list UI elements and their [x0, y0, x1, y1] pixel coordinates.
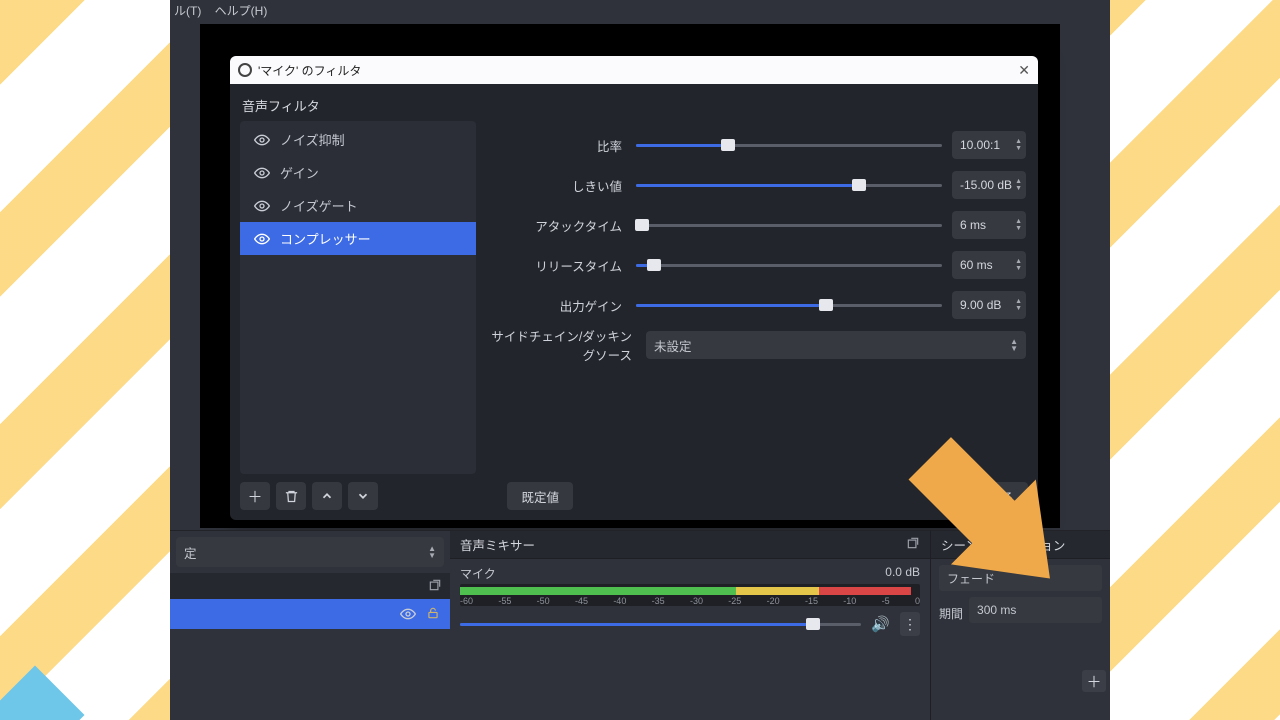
attack-spin[interactable]: 6 ms ▲▼	[952, 211, 1026, 239]
defaults-button[interactable]: 既定値	[507, 482, 573, 510]
filters-dialog: 'マイク' のフィルタ ✕ 音声フィルタ ノイズ抑制 ゲイン	[230, 56, 1038, 520]
audio-mixer-dock: 音声ミキサー マイク 0.0 dB -60-55-50-45-40-35-30-…	[450, 530, 930, 720]
obs-icon	[238, 63, 252, 77]
compressor-params: 比率 10.00:1 ▲▼ しきい値	[486, 121, 1028, 474]
release-spin[interactable]: 60 ms ▲▼	[952, 251, 1026, 279]
move-filter-down-button[interactable]	[348, 482, 378, 510]
lock-icon[interactable]	[426, 606, 440, 623]
remove-filter-button[interactable]	[276, 482, 306, 510]
release-label: リリースタイム	[486, 256, 626, 275]
volume-slider[interactable]	[460, 614, 861, 634]
eye-icon[interactable]	[400, 606, 416, 622]
menubar: ル(T) ヘルプ(H)	[170, 0, 1110, 24]
audio-filters-label: 音声フィルタ	[240, 92, 1028, 121]
filter-label: ゲイン	[280, 163, 319, 182]
mixer-title: 音声ミキサー	[460, 535, 535, 554]
audio-meter: -60-55-50-45-40-35-30-25-20-15-10-50	[460, 584, 920, 606]
threshold-slider[interactable]	[636, 175, 942, 195]
duration-field[interactable]: 300 ms	[969, 597, 1102, 623]
release-slider[interactable]	[636, 255, 942, 275]
close-button[interactable]: 閉じる	[962, 482, 1028, 510]
outgain-slider[interactable]	[636, 295, 942, 315]
filter-label: ノイズ抑制	[280, 130, 345, 149]
scenes-sources-dock: 定 ▲▼	[170, 530, 450, 720]
threshold-label: しきい値	[486, 176, 626, 195]
filter-item-noise-gate[interactable]: ノイズゲート	[240, 189, 476, 222]
add-filter-button[interactable]: ＋	[240, 482, 270, 510]
ratio-slider[interactable]	[636, 135, 942, 155]
transitions-dock: シーントランジション フェード 期間 300 ms ＋	[930, 530, 1110, 720]
mixer-track-name: マイク	[460, 565, 496, 582]
menu-tools-tail[interactable]: ル(T)	[174, 4, 201, 18]
duration-label: 期間	[939, 605, 963, 622]
close-icon[interactable]: ✕	[1018, 62, 1030, 79]
outgain-label: 出力ゲイン	[486, 296, 626, 315]
menu-help[interactable]: ヘルプ(H)	[215, 4, 268, 18]
sidechain-select[interactable]: 未設定 ▲▼	[646, 331, 1026, 359]
mixer-level: 0.0 dB	[885, 565, 920, 582]
sidechain-label: サイドチェイン/ダッキングソース	[486, 326, 636, 364]
speaker-icon[interactable]: 🔊	[871, 615, 890, 633]
ratio-spin[interactable]: 10.00:1 ▲▼	[952, 131, 1026, 159]
filter-label: ノイズゲート	[280, 196, 358, 215]
resize-grip-icon[interactable]: ◢	[1026, 507, 1034, 518]
add-transition-button[interactable]: ＋	[1082, 670, 1106, 692]
threshold-spin[interactable]: -15.00 dB ▲▼	[952, 171, 1026, 199]
source-row-selected[interactable]	[170, 599, 450, 629]
outgain-spin[interactable]: 9.00 dB ▲▼	[952, 291, 1026, 319]
transition-select[interactable]: フェード	[939, 565, 1102, 591]
scene-collection-select[interactable]: 定 ▲▼	[176, 537, 444, 567]
ratio-label: 比率	[486, 136, 626, 155]
move-filter-up-button[interactable]	[312, 482, 342, 510]
filter-item-gain[interactable]: ゲイン	[240, 156, 476, 189]
filter-item-noise-suppress[interactable]: ノイズ抑制	[240, 123, 476, 156]
dialog-title: 'マイク' のフィルタ	[258, 62, 361, 79]
mixer-menu-button[interactable]: ⋮	[900, 612, 920, 636]
dock-popout-icon[interactable]	[906, 536, 920, 553]
dock-popout-icon[interactable]	[428, 578, 442, 595]
filter-item-compressor[interactable]: コンプレッサー	[240, 222, 476, 255]
filter-list: ノイズ抑制 ゲイン ノイズゲート コンプレッサー	[240, 121, 476, 474]
attack-slider[interactable]	[636, 215, 942, 235]
transitions-title: シーントランジション	[941, 535, 1065, 554]
filter-label: コンプレッサー	[280, 229, 371, 248]
attack-label: アタックタイム	[486, 216, 626, 235]
